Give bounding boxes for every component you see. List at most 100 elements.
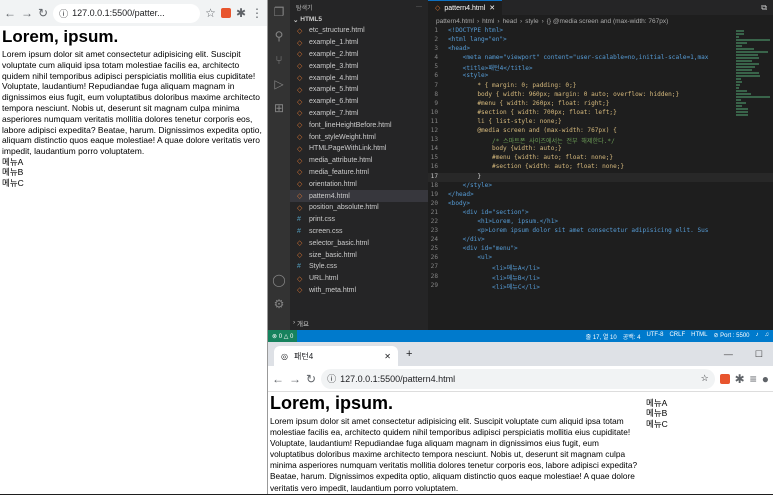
puzzle-icon[interactable]: ✱ [735, 372, 745, 386]
problems-count[interactable]: ⊗ 0 △ 0 [272, 333, 293, 340]
file-item[interactable]: # Style.css [290, 261, 428, 273]
file-item[interactable]: ◇ font_styleWeight.html [290, 131, 428, 143]
close-icon[interactable]: ✕ [489, 4, 495, 12]
file-item[interactable]: ◇ example_5.html [290, 84, 428, 96]
code-line[interactable]: 11 li { list-style: none;} [428, 118, 773, 127]
puzzle-icon[interactable]: ✱ [236, 6, 246, 20]
encoding[interactable]: UTF-8 [646, 332, 663, 341]
address-bar[interactable]: ⓘ 127.0.0.1:5500/pattern4.html ☆ [321, 368, 715, 389]
menu-dots-icon[interactable]: ⋮ [251, 6, 263, 20]
reading-list-icon[interactable]: ≡ [750, 372, 757, 386]
star-icon[interactable]: ☆ [205, 6, 216, 20]
breadcrumb-item[interactable]: {} @media screen and (max-width: 767px) [547, 18, 669, 25]
code-line[interactable]: 29 <li>메뉴C</li> [428, 282, 773, 291]
file-item[interactable]: ◇ URL.html [290, 273, 428, 285]
code-line[interactable]: 14 body {width: auto;} [428, 145, 773, 154]
new-tab-button[interactable]: + [406, 348, 412, 360]
files-icon[interactable]: ❐ [268, 0, 290, 24]
file-item[interactable]: ◇ example_2.html [290, 49, 428, 61]
address-bar[interactable]: ⓘ 127.0.0.1:5500/patter... [53, 3, 201, 23]
breadcrumb-item[interactable]: pattern4.html [436, 18, 474, 25]
search-icon[interactable]: ⚲ [268, 24, 290, 48]
code-line[interactable]: 28 <li>메뉴B</li> [428, 273, 773, 282]
file-item[interactable]: ◇ example_1.html [290, 37, 428, 49]
reload-icon[interactable]: ↻ [38, 6, 48, 20]
folder-header[interactable]: ⌄ HTML5 [290, 14, 428, 25]
breadcrumb-item[interactable]: style [525, 18, 538, 25]
code-line[interactable]: 27 <li>메뉴A</li> [428, 263, 773, 272]
code-line[interactable]: 2 <html lang="en"> [428, 36, 773, 45]
code-line[interactable]: 5 <title>패턴4</title> [428, 63, 773, 72]
file-item[interactable]: ◇ pattern4.html [290, 190, 428, 202]
breadcrumb-item[interactable]: html [482, 18, 494, 25]
browser-tab[interactable]: ◎ 패턴4 ✕ [274, 346, 398, 366]
file-item[interactable]: ◇ selector_basic.html [290, 237, 428, 249]
extension-icon[interactable] [719, 373, 730, 384]
file-item[interactable]: ◇ size_basic.html [290, 249, 428, 261]
file-item[interactable]: ◇ media_feature.html [290, 167, 428, 179]
file-item[interactable]: ◇ example_4.html [290, 72, 428, 84]
code-line[interactable]: 21 <div id="section"> [428, 209, 773, 218]
code-line[interactable]: 15 #menu {width: auto; float: none;} [428, 154, 773, 163]
code-line[interactable]: 13 /* 스마트폰 사이즈에서는 전부 해제한다.*/ [428, 136, 773, 145]
bell-icon[interactable]: ♫ [765, 332, 770, 341]
live-server-port[interactable]: ⊘ Port : 5500 [713, 332, 749, 341]
code-line[interactable]: 24 </div> [428, 236, 773, 245]
code-line[interactable]: 9 #menu { width: 260px; float: right;} [428, 100, 773, 109]
close-icon[interactable]: ✕ [384, 352, 391, 361]
file-item[interactable]: ◇ etc_structure.html [290, 25, 428, 37]
minimap[interactable] [736, 29, 770, 116]
file-item[interactable]: ◇ example_3.html [290, 60, 428, 72]
maximize-icon[interactable]: ☐ [755, 349, 763, 360]
feedback-icon[interactable]: ♪ [756, 332, 759, 341]
forward-icon[interactable]: → [21, 6, 33, 20]
forward-icon[interactable]: → [289, 372, 301, 386]
code-line[interactable]: 8 body { width: 960px; margin: 0 auto; o… [428, 91, 773, 100]
explorer-more-button[interactable]: ··· [416, 4, 422, 10]
avatar[interactable]: ● [762, 372, 769, 386]
file-item[interactable]: ◇ HTMLPageWithLink.html [290, 143, 428, 155]
code-line[interactable]: 25 <div id="menu"> [428, 245, 773, 254]
code-line[interactable]: 22 <h1>Lorem, ipsum.</h1> [428, 218, 773, 227]
file-item[interactable]: ◇ with_meta.html [290, 285, 428, 297]
file-item[interactable]: ◇ example_6.html [290, 96, 428, 108]
account-icon[interactable]: ◯ [268, 268, 290, 292]
file-item[interactable]: ◇ orientation.html [290, 178, 428, 190]
tab-pattern4[interactable]: ◇ pattern4.html ✕ [428, 0, 503, 15]
cursor-position[interactable]: 줄 17, 열 10 [586, 332, 617, 341]
code-line[interactable]: 23 <p>Lorem ipsum dolor sit amet consect… [428, 227, 773, 236]
extensions-icon[interactable]: ⊞ [268, 96, 290, 120]
source-control-icon[interactable]: ⑂ [268, 48, 290, 72]
indentation[interactable]: 공백: 4 [623, 332, 641, 341]
back-icon[interactable]: ← [4, 6, 16, 20]
remote-indicator[interactable]: ⊗ 0 △ 0 [268, 330, 298, 342]
code-line[interactable]: 26 <ul> [428, 254, 773, 263]
language-mode[interactable]: HTML [691, 332, 707, 341]
code-line[interactable]: 12 @media screen and (max-width: 767px) … [428, 127, 773, 136]
run-debug-icon[interactable]: ▷ [268, 72, 290, 96]
code-line[interactable]: 1 <!DOCTYPE html> [428, 27, 773, 36]
file-item[interactable]: ◇ position_absolute.html [290, 202, 428, 214]
star-icon[interactable]: ☆ [701, 373, 709, 384]
outline-section[interactable]: › 개요 [290, 317, 309, 328]
code-line[interactable]: 4 <meta name="viewport" content="user-sc… [428, 54, 773, 63]
code-line[interactable]: 19 </head> [428, 191, 773, 200]
end-of-line[interactable]: CRLF [669, 332, 685, 341]
code-line[interactable]: 20 <body> [428, 200, 773, 209]
file-item[interactable]: ◇ font_lineHeightBefore.html [290, 119, 428, 131]
code-line[interactable]: 7 * { margin: 0; padding: 0;} [428, 82, 773, 91]
back-icon[interactable]: ← [272, 372, 284, 386]
minimize-icon[interactable]: — [724, 349, 733, 360]
code-lines[interactable]: 1 <!DOCTYPE html> 2 <html lang="en"> 3 <head>… [428, 27, 773, 291]
split-editor-icon[interactable]: ⧉ [761, 3, 773, 13]
code-line[interactable]: 6 <style> [428, 72, 773, 81]
code-line[interactable]: 18 </style> [428, 182, 773, 191]
breadcrumb-item[interactable]: head [503, 18, 517, 25]
code-line[interactable]: 17 } [428, 172, 773, 182]
file-item[interactable]: ◇ example_7.html [290, 108, 428, 120]
gear-icon[interactable]: ⚙ [268, 292, 290, 316]
file-item[interactable]: # screen.css [290, 226, 428, 238]
code-line[interactable]: 3 <head> [428, 45, 773, 54]
file-item[interactable]: ◇ media_attribute.html [290, 155, 428, 167]
code-line[interactable]: 10 #section { width: 700px; float: left;… [428, 109, 773, 118]
